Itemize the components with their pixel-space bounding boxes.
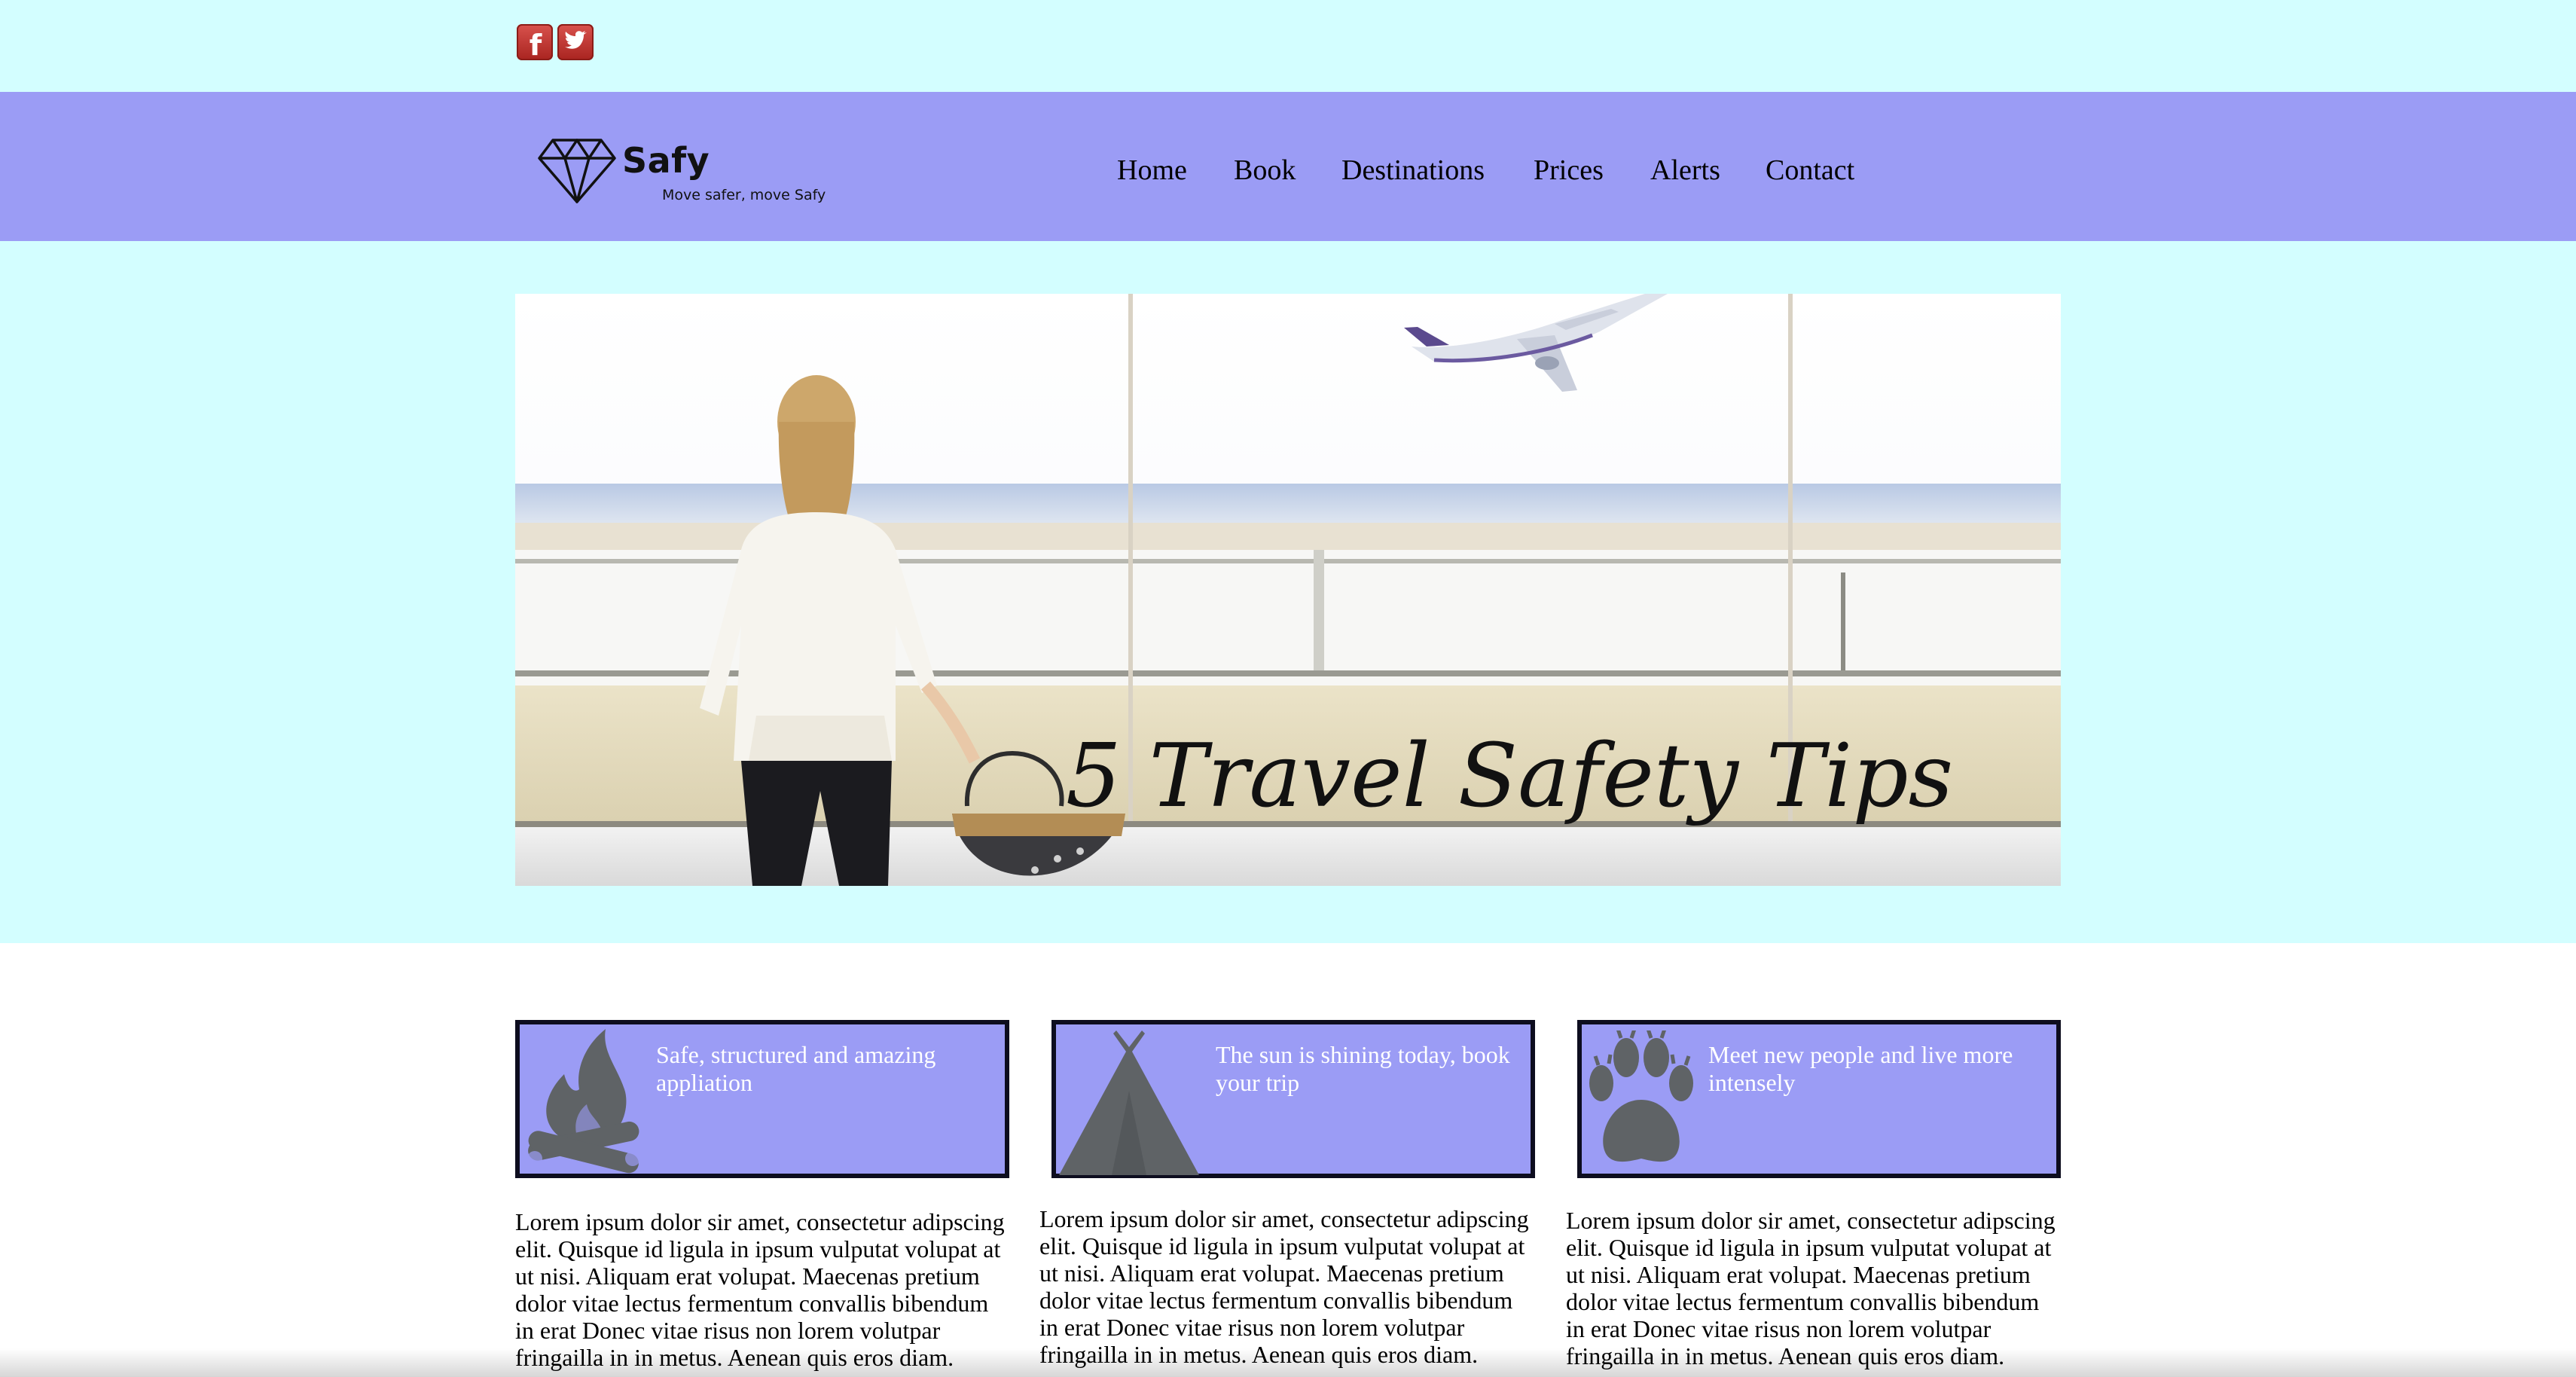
feature-3-text: Lorem ipsum dolor sir amet, consectetur … (1566, 1207, 2056, 1369)
tent-icon (1059, 1030, 1199, 1175)
brand-logo[interactable]: Safy Move safer, move Safy (538, 137, 839, 220)
nav-book[interactable]: Book (1234, 154, 1296, 187)
bottom-scroll-shadow (0, 1348, 2576, 1377)
hero-section: 5 Travel Safety Tips (0, 241, 2576, 943)
woman-watching-airplane-photo: 5 Travel Safety Tips (515, 294, 2061, 886)
nav-destinations[interactable]: Destinations (1341, 154, 1485, 187)
nav-contact[interactable]: Contact (1766, 154, 1854, 187)
brand-name: Safy (622, 140, 710, 181)
feature-card-2-title: The sun is shining today, book your trip (1216, 1041, 1510, 1096)
feature-card-1[interactable]: Safe, structured and amazing appliation (515, 1020, 1009, 1178)
navigation-bar: Safy Move safer, move Safy Home Book Des… (0, 92, 2576, 241)
twitter-bird-icon[interactable] (557, 24, 594, 60)
feature-2-text: Lorem ipsum dolor sir amet, consectetur … (1039, 1205, 1529, 1368)
feature-1-text: Lorem ipsum dolor sir amet, consectetur … (515, 1208, 1005, 1371)
facebook-glyph: f (530, 29, 542, 60)
nav-home[interactable]: Home (1117, 154, 1187, 187)
feature-card-3-title: Meet new people and live more intensely (1708, 1041, 2013, 1096)
paw-print-icon (1589, 1030, 1693, 1162)
facebook-icon[interactable]: f (517, 24, 553, 60)
campfire-icon (527, 1029, 640, 1174)
feature-card-1-title: Safe, structured and amazing appliation (656, 1041, 936, 1096)
top-bar: f (0, 0, 2576, 92)
nav-prices[interactable]: Prices (1534, 154, 1604, 187)
brand-tagline: Move safer, move Safy (662, 187, 826, 203)
hero-banner: 5 Travel Safety Tips (515, 294, 2061, 886)
diamond-icon (538, 139, 616, 203)
feature-card-3[interactable]: Meet new people and live more intensely (1577, 1020, 2061, 1178)
hero-caption: 5 Travel Safety Tips (1066, 725, 1953, 827)
feature-card-2[interactable]: The sun is shining today, book your trip (1051, 1020, 1535, 1178)
nav-alerts[interactable]: Alerts (1650, 154, 1720, 187)
